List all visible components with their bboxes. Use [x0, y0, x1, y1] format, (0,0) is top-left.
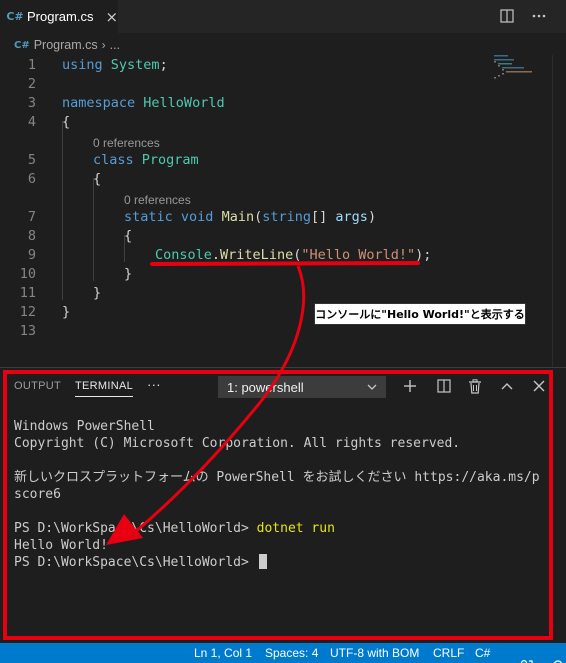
line-number: 8: [27, 228, 36, 244]
terminal-prompt-line: PS D:\WorkSpace\Cs\HelloWorld>: [14, 554, 540, 571]
code-line: using System;: [62, 57, 168, 73]
terminal-select-value: 1: powershell: [227, 379, 304, 395]
split-terminal-icon[interactable]: [434, 376, 454, 396]
editor-tab-bar: C# Program.cs ×: [0, 0, 566, 33]
code-line: {: [62, 114, 71, 130]
status-bar: Ln 1, Col 1 Spaces: 4 UTF-8 with BOM CRL…: [0, 643, 566, 663]
line-number: 1: [27, 57, 36, 73]
close-panel-icon[interactable]: [529, 376, 549, 396]
breadcrumb-more[interactable]: ...: [110, 38, 120, 52]
indent-guide: [62, 121, 63, 300]
close-icon[interactable]: ×: [105, 8, 118, 26]
codelens-references[interactable]: 0 references: [124, 193, 191, 207]
more-tabs-icon[interactable]: ···: [147, 377, 161, 392]
code-line: }: [124, 266, 133, 282]
status-language[interactable]: C#: [475, 646, 490, 660]
minimap[interactable]: [494, 55, 534, 115]
terminal-program-output: Hello World!: [14, 538, 108, 553]
new-terminal-icon[interactable]: [400, 376, 420, 396]
status-encoding[interactable]: UTF-8 with BOM: [330, 646, 419, 660]
terminal-select[interactable]: 1: powershell: [218, 376, 386, 398]
terminal-line: Copyright (C) Microsoft Corporation. All…: [14, 436, 461, 451]
terminal-command: dotnet run: [256, 521, 335, 536]
line-number: 6: [27, 171, 36, 187]
terminal-command-line: PS D:\WorkSpace\Cs\HelloWorld> dotnet ru…: [14, 520, 540, 537]
maximize-panel-icon[interactable]: [497, 376, 517, 396]
breadcrumb: C# Program.cs › ...: [14, 37, 120, 53]
code-line: }: [62, 304, 71, 320]
terminal-prompt: PS D:\WorkSpace\Cs\HelloWorld>: [14, 555, 257, 570]
code-line: namespace HelloWorld: [62, 95, 225, 111]
code-line: {: [93, 171, 102, 187]
tab-label: Program.cs: [27, 9, 94, 24]
annotation-callout: コンソールに"Hello World!"と表示する: [314, 303, 526, 325]
chevron-right-icon: ›: [101, 38, 106, 52]
csharp-file-icon: C#: [6, 10, 24, 23]
terminal-output[interactable]: Windows PowerShell Copyright (C) Microso…: [14, 418, 540, 571]
status-indentation[interactable]: Spaces: 4: [265, 646, 318, 660]
trash-icon[interactable]: [465, 376, 485, 396]
notifications-bell-icon[interactable]: [538, 645, 565, 663]
line-number: 5: [27, 152, 36, 168]
code-line-writeline: Console.WriteLine("Hello World!");: [155, 247, 432, 263]
chevron-down-icon: [367, 384, 377, 390]
tab-output[interactable]: OUTPUT: [14, 380, 61, 392]
line-number: 3: [27, 95, 36, 111]
status-eol[interactable]: CRLF: [433, 646, 464, 660]
code-line: {: [124, 228, 133, 244]
terminal-prompt: PS D:\WorkSpace\Cs\HelloWorld>: [14, 521, 257, 536]
tab-program-cs[interactable]: C# Program.cs ×: [0, 0, 118, 33]
feedback-icon[interactable]: [506, 645, 533, 663]
split-editor-icon[interactable]: [498, 7, 516, 25]
codelens-references[interactable]: 0 references: [93, 136, 160, 150]
terminal-line: Windows PowerShell: [14, 419, 155, 434]
line-number: 12: [19, 304, 36, 320]
tab-terminal[interactable]: TERMINAL: [75, 380, 134, 397]
line-number: 2: [27, 76, 36, 92]
code-line: class Program: [93, 152, 199, 168]
line-number: 10: [19, 266, 36, 282]
terminal-line: score6: [14, 487, 61, 502]
line-number: 9: [27, 247, 36, 263]
line-number: 4: [27, 114, 36, 130]
indent-guide: [93, 178, 94, 281]
breadcrumb-file[interactable]: Program.cs: [34, 38, 98, 52]
csharp-file-icon: C#: [14, 39, 30, 51]
code-line: }: [93, 285, 102, 301]
line-number: 13: [19, 323, 36, 339]
status-cursor-position[interactable]: Ln 1, Col 1: [194, 646, 252, 660]
line-number: 11: [19, 285, 36, 301]
code-line: static void Main(string[] args): [124, 209, 377, 225]
terminal-panel: OUTPUT TERMINAL ··· 1: powershell Window…: [0, 367, 566, 643]
editor-scrollbar[interactable]: [552, 55, 566, 367]
terminal-line: 新しいクロスプラットフォームの PowerShell をお試しください http…: [14, 470, 540, 485]
line-number: 7: [27, 209, 36, 225]
terminal-cursor: [258, 554, 267, 569]
more-actions-icon[interactable]: [530, 7, 548, 25]
